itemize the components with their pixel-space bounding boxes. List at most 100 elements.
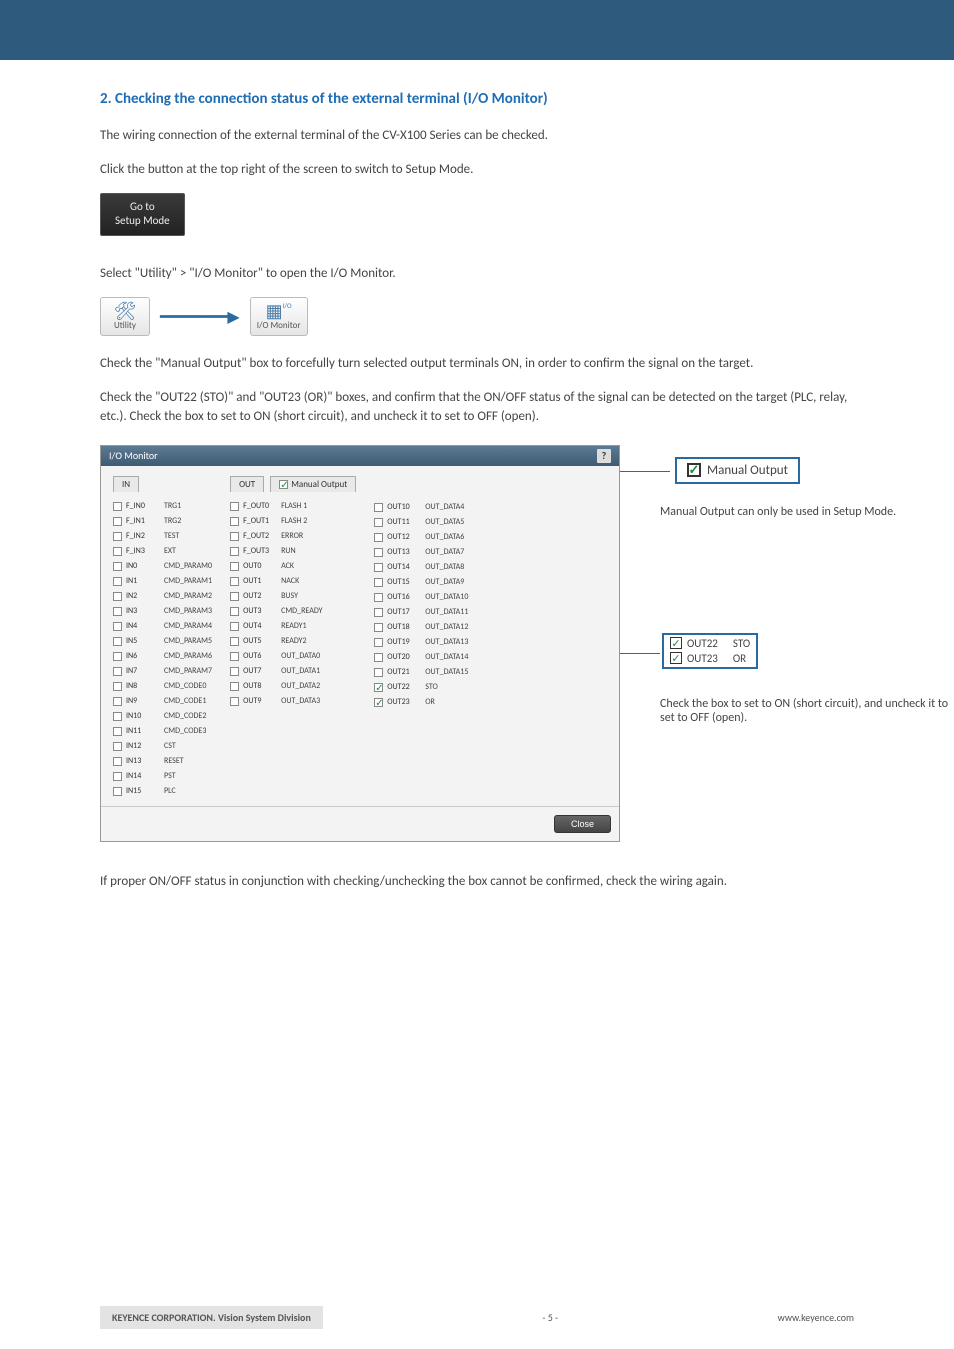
io-terminal-label: PST: [164, 771, 176, 781]
io-checkbox[interactable]: [113, 547, 122, 556]
manual-output-tab[interactable]: Manual Output: [270, 476, 356, 492]
io-terminal-label: OUT_DATA4: [425, 502, 464, 512]
callout-manual-output: ✓ Manual Output: [675, 457, 800, 484]
io-monitor-icon-button[interactable]: ▦I/O I/O Monitor: [250, 297, 308, 336]
io-checkbox[interactable]: [113, 592, 122, 601]
io-checkbox[interactable]: [230, 547, 239, 556]
io-checkbox[interactable]: [113, 757, 122, 766]
io-checkbox[interactable]: [113, 727, 122, 736]
io-terminal-label: ACK: [281, 561, 294, 571]
io-checkbox[interactable]: [230, 667, 239, 676]
io-checkbox[interactable]: [230, 652, 239, 661]
io-row: OUT19OUT_DATA13: [374, 636, 468, 649]
io-checkbox[interactable]: [113, 502, 122, 511]
io-checkbox[interactable]: [230, 532, 239, 541]
manual-output-checkbox[interactable]: [279, 480, 288, 489]
io-checkbox[interactable]: [113, 622, 122, 631]
io-checkbox[interactable]: [113, 577, 122, 586]
io-checkbox[interactable]: [374, 593, 383, 602]
io-row: OUT5READY2: [230, 635, 356, 648]
close-button[interactable]: Close: [554, 815, 611, 833]
io-terminal-label: TRG2: [164, 516, 181, 526]
io-terminal-label: EXT: [164, 546, 176, 556]
in-column: IN F_IN0TRG1F_IN1TRG2F_IN2TESTF_IN3EXTIN…: [113, 476, 212, 798]
io-row: OUT6OUT_DATA0: [230, 650, 356, 663]
io-checkbox[interactable]: [113, 787, 122, 796]
io-checkbox[interactable]: [113, 742, 122, 751]
io-checkbox[interactable]: [113, 562, 122, 571]
io-terminal-label: NACK: [281, 576, 299, 586]
wrench-icon: 🛠: [107, 302, 143, 320]
io-checkbox[interactable]: [374, 698, 383, 707]
intro-text: The wiring connection of the external te…: [100, 126, 854, 146]
page-footer: KEYENCE CORPORATION. Vision System Divis…: [0, 1306, 954, 1329]
io-checkbox[interactable]: [374, 563, 383, 572]
io-checkbox[interactable]: [374, 683, 383, 692]
io-checkbox[interactable]: [113, 667, 122, 676]
io-terminal-name: IN15: [126, 786, 160, 796]
section-heading: 2. Checking the connection status of the…: [100, 90, 854, 108]
io-terminal-label: OUT_DATA0: [281, 651, 320, 661]
io-checkbox[interactable]: [113, 772, 122, 781]
io-checkbox[interactable]: [113, 652, 122, 661]
io-terminal-name: IN1: [126, 576, 160, 586]
io-row: IN8 CMD_CODE0: [113, 680, 212, 693]
io-checkbox[interactable]: [113, 517, 122, 526]
io-terminal-label: CMD_PARAM7: [164, 666, 212, 676]
io-checkbox[interactable]: [230, 682, 239, 691]
io-checkbox[interactable]: [230, 577, 239, 586]
io-row: OUT0ACK: [230, 560, 356, 573]
io-checkbox[interactable]: [374, 548, 383, 557]
io-checkbox[interactable]: [230, 562, 239, 571]
io-checkbox[interactable]: [230, 607, 239, 616]
io-checkbox[interactable]: [113, 637, 122, 646]
io-checkbox[interactable]: [113, 532, 122, 541]
io-checkbox[interactable]: [230, 592, 239, 601]
io-checkbox[interactable]: [113, 697, 122, 706]
io-checkbox[interactable]: [113, 712, 122, 721]
io-checkbox[interactable]: [230, 697, 239, 706]
out22-lbl: STO: [733, 637, 750, 650]
callout-mo-label: Manual Output: [707, 463, 788, 478]
io-checkbox[interactable]: [374, 623, 383, 632]
io-terminal-name: IN8: [126, 681, 160, 691]
io-terminal-name: IN12: [126, 741, 160, 751]
io-checkbox[interactable]: [374, 578, 383, 587]
io-terminal-name: OUT18: [387, 622, 421, 632]
checkmark-icon: ✓: [687, 463, 701, 477]
io-checkbox[interactable]: [230, 517, 239, 526]
io-row: IN9CMD_CODE1: [113, 695, 212, 708]
instr-3b: Check the "OUT22 (STO)" and "OUT23 (OR)"…: [100, 388, 854, 427]
setup-mode-button[interactable]: Go to Setup Mode: [100, 193, 185, 236]
help-icon[interactable]: ?: [597, 449, 611, 463]
io-checkbox[interactable]: [230, 502, 239, 511]
footer-url: www.keyence.com: [778, 1311, 854, 1324]
instr-4: If proper ON/OFF status in conjunction w…: [100, 872, 854, 892]
io-terminal-label: OUT_DATA9: [425, 577, 464, 587]
io-terminal-name: F_OUT2: [243, 531, 277, 541]
io-checkbox[interactable]: [230, 637, 239, 646]
io-terminal-name: F_OUT1: [243, 516, 277, 526]
io-checkbox[interactable]: [374, 503, 383, 512]
io-terminal-label: CST: [164, 741, 176, 751]
io-terminal-label: OUT_DATA5: [425, 517, 464, 527]
io-checkbox[interactable]: [230, 622, 239, 631]
io-checkbox[interactable]: [374, 608, 383, 617]
annot-setup-note: Manual Output can only be used in Setup …: [660, 505, 954, 519]
io-terminal-name: OUT22: [387, 682, 421, 692]
io-checkbox[interactable]: [374, 638, 383, 647]
io-checkbox[interactable]: [374, 533, 383, 542]
out-column-1: OUT Manual Output F_OUT0FLASH 1F_OUT1FLA…: [230, 476, 356, 798]
io-checkbox[interactable]: [113, 682, 122, 691]
io-terminal-label: CMD_CODE0: [164, 681, 206, 691]
io-checkbox[interactable]: [374, 668, 383, 677]
utility-icon-button[interactable]: 🛠 Utility: [100, 297, 150, 336]
io-checkbox[interactable]: [374, 653, 383, 662]
io-checkbox[interactable]: [374, 518, 383, 527]
io-row: OUT1NACK: [230, 575, 356, 588]
io-checkbox[interactable]: [113, 607, 122, 616]
io-terminal-label: FLASH 1: [281, 501, 307, 511]
io-row: IN12 CST: [113, 740, 212, 753]
arrow-icon: ━━━━━━━▶: [160, 307, 240, 327]
io-row: IN4CMD_PARAM4: [113, 620, 212, 633]
